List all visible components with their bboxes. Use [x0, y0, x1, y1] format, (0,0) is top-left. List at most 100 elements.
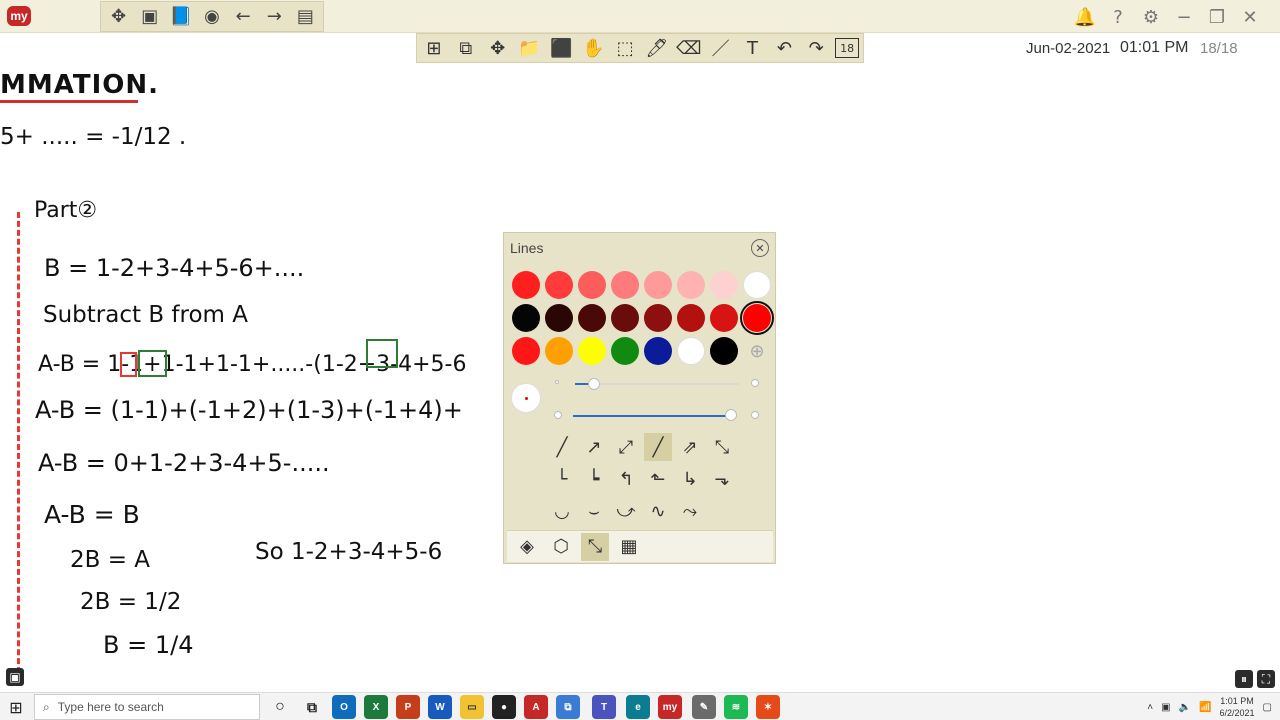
- double-arrow-line-icon[interactable]: ⤢: [612, 433, 640, 461]
- line-icon[interactable]: ╱: [548, 433, 576, 461]
- cortana-icon[interactable]: ○: [268, 695, 292, 719]
- remote-desktop-icon[interactable]: ⧉: [556, 695, 580, 719]
- color-swatch[interactable]: [578, 304, 606, 332]
- thickness-slider-thumb[interactable]: [588, 378, 600, 390]
- color-swatch[interactable]: [710, 304, 738, 332]
- browser-icon[interactable]: ◉: [200, 5, 223, 29]
- opacity-slider-thumb[interactable]: [725, 409, 737, 421]
- acrobat-icon[interactable]: A: [524, 695, 548, 719]
- color-swatch[interactable]: [644, 337, 672, 365]
- line-preview: [511, 383, 541, 413]
- color-swatch[interactable]: [611, 304, 639, 332]
- panel-tabs: ◈ ⬡ ⤡ ▦: [507, 530, 773, 562]
- arc-icon[interactable]: ◡: [548, 497, 576, 525]
- taskbar-clock[interactable]: 1:01 PM 6/2/2021: [1220, 695, 1255, 719]
- dashed-elbow-arrow-right-icon[interactable]: ⬎: [708, 465, 736, 493]
- dashed-elbow-arrow-icon[interactable]: ⬑: [644, 465, 672, 493]
- elbow-arrow-right-icon[interactable]: ↳: [676, 465, 704, 493]
- settings-icon[interactable]: ⚙: [1139, 5, 1163, 29]
- taskbar-search[interactable]: ⌕ Type here to search: [34, 694, 260, 720]
- fullscreen-icon[interactable]: ⛶: [1257, 670, 1275, 688]
- arc-double-arrow-icon[interactable]: ⤻: [612, 497, 640, 525]
- color-swatch[interactable]: [611, 337, 639, 365]
- color-swatch[interactable]: [578, 271, 606, 299]
- top-equation: 5+ ..... = -1/12 .: [0, 124, 187, 150]
- help-icon[interactable]: ?: [1106, 5, 1130, 29]
- elbow-arrow-icon[interactable]: ↰: [612, 465, 640, 493]
- excel-icon[interactable]: X: [364, 695, 388, 719]
- color-swatch[interactable]: [677, 271, 705, 299]
- color-swatch[interactable]: [578, 337, 606, 365]
- file-explorer-icon[interactable]: ▭: [460, 695, 484, 719]
- myviewboard-icon[interactable]: my: [658, 695, 682, 719]
- color-swatch[interactable]: [512, 337, 540, 365]
- color-swatch[interactable]: [743, 271, 771, 299]
- minimize-icon[interactable]: −: [1172, 5, 1196, 29]
- green-box-annotation-2: [366, 339, 398, 368]
- board-line-10: So 1-2+3-4+5-6: [255, 539, 443, 565]
- arc-arrow-icon[interactable]: ⌣: [580, 497, 608, 525]
- windows-start-icon[interactable]: ⊞: [4, 695, 28, 719]
- color-swatch[interactable]: [710, 271, 738, 299]
- app-3-icon[interactable]: ✶: [756, 695, 780, 719]
- dashed-double-arrow-line-icon[interactable]: ⤡: [708, 433, 736, 461]
- close-icon[interactable]: ✕: [1238, 5, 1262, 29]
- pause-icon[interactable]: ⏸: [1235, 670, 1253, 688]
- selected-color-swatch[interactable]: [740, 301, 774, 335]
- system-tray: ˄ ▣ 🔈 📶 1:01 PM 6/2/2021 ▢: [1147, 693, 1272, 720]
- powerpoint-icon[interactable]: P: [396, 695, 420, 719]
- task-view-icon[interactable]: ⧉: [300, 695, 324, 719]
- image-icon[interactable]: ▣: [6, 668, 24, 686]
- dashed-line-icon[interactable]: ╱: [644, 433, 672, 461]
- close-icon[interactable]: ✕: [751, 239, 769, 257]
- app-logo[interactable]: my: [7, 6, 31, 26]
- edge-icon[interactable]: e: [626, 695, 650, 719]
- move-icon[interactable]: ✥: [107, 5, 130, 29]
- teams-icon[interactable]: T: [592, 695, 616, 719]
- opacity-max-dot: [751, 411, 759, 419]
- new-note-icon[interactable]: ▤: [294, 5, 317, 29]
- spotify-icon[interactable]: ≋: [724, 695, 748, 719]
- color-swatch[interactable]: [512, 271, 540, 299]
- dashed-arrow-line-icon[interactable]: ⇗: [676, 433, 704, 461]
- color-swatch[interactable]: [611, 271, 639, 299]
- book-icon[interactable]: 📘: [169, 5, 192, 29]
- line-style-icon[interactable]: ⤡: [581, 532, 609, 561]
- tray-chevron-icon[interactable]: ˄: [1147, 702, 1153, 713]
- elbow-line-icon[interactable]: └: [548, 465, 576, 493]
- restore-icon[interactable]: ❐: [1205, 5, 1229, 29]
- wifi-icon[interactable]: 📶: [1199, 702, 1211, 713]
- color-swatch[interactable]: [710, 337, 738, 365]
- color-swatch[interactable]: [545, 337, 573, 365]
- app-icon[interactable]: ●: [492, 695, 516, 719]
- grid-icon[interactable]: ▦: [615, 533, 643, 561]
- add-color-icon[interactable]: ⊕: [743, 337, 771, 365]
- color-swatch[interactable]: [644, 271, 672, 299]
- board-line-4: A-B = (1-1)+(-1+2)+(1-3)+(-1+4)+: [35, 396, 463, 424]
- s-curve-icon[interactable]: ∿: [644, 497, 672, 525]
- bell-icon[interactable]: 🔔: [1073, 5, 1097, 29]
- color-swatch[interactable]: [677, 337, 705, 365]
- word-icon[interactable]: W: [428, 695, 452, 719]
- whiteboard-icon[interactable]: ▣: [138, 5, 161, 29]
- color-swatch[interactable]: [677, 304, 705, 332]
- color-swatch[interactable]: [644, 304, 672, 332]
- forward-arrow-icon[interactable]: →: [263, 5, 286, 29]
- network-icon[interactable]: ▣: [1161, 702, 1170, 713]
- outlook-icon[interactable]: O: [332, 695, 356, 719]
- color-swatch[interactable]: [545, 304, 573, 332]
- slider-max-dot: [751, 379, 759, 387]
- volume-icon[interactable]: 🔈: [1179, 702, 1191, 713]
- shape-fill-icon[interactable]: ◈: [513, 533, 541, 561]
- s-curve-arrow-icon[interactable]: ⤳: [676, 497, 704, 525]
- back-arrow-icon[interactable]: ←: [232, 5, 255, 29]
- window-controls: 🔔 ? ⚙ − ❐ ✕: [1073, 5, 1262, 29]
- color-swatch[interactable]: [512, 304, 540, 332]
- notification-icon[interactable]: ▢: [1263, 702, 1272, 713]
- green-box-annotation: [138, 350, 167, 377]
- arrow-line-icon[interactable]: ↗: [580, 433, 608, 461]
- app-2-icon[interactable]: ✎: [692, 695, 716, 719]
- 3d-box-icon[interactable]: ⬡: [547, 533, 575, 561]
- dashed-elbow-line-icon[interactable]: ┕: [580, 465, 608, 493]
- color-swatch[interactable]: [545, 271, 573, 299]
